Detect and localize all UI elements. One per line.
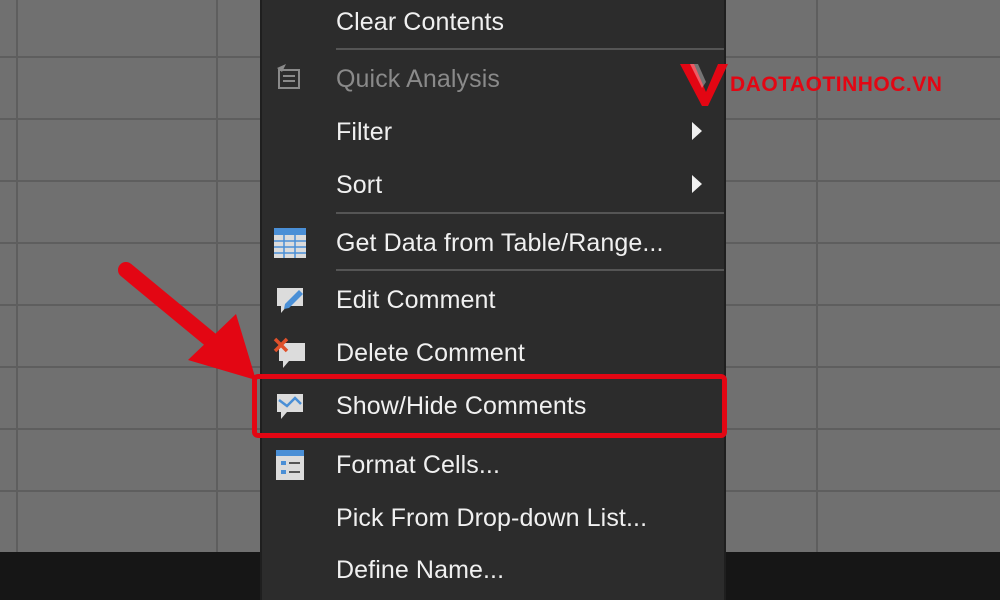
menu-item-label: Get Data from Table/Range... xyxy=(336,228,664,257)
menu-separator xyxy=(336,269,724,271)
menu-item-edit-comment[interactable]: Edit Comment xyxy=(262,278,724,322)
delete-comment-icon xyxy=(272,335,308,371)
menu-item-label: Define Name... xyxy=(336,555,505,584)
pointer-arrow-icon xyxy=(118,262,256,380)
menu-item-pick-from-list[interactable]: Pick From Drop-down List... xyxy=(262,496,724,540)
logo-icon xyxy=(680,64,728,106)
menu-item-label: Delete Comment xyxy=(336,338,525,367)
context-menu: Clear Contents Quick Analysis Filter Sor… xyxy=(262,0,724,600)
quick-analysis-icon xyxy=(272,61,308,97)
highlight-box xyxy=(252,374,727,438)
menu-item-get-data[interactable]: Get Data from Table/Range... xyxy=(262,221,724,265)
submenu-arrow-icon xyxy=(692,175,702,193)
menu-item-label: Quick Analysis xyxy=(336,64,500,93)
menu-item-format-cells[interactable]: Format Cells... xyxy=(262,443,724,487)
menu-item-quick-analysis[interactable]: Quick Analysis xyxy=(262,57,724,101)
menu-item-define-name[interactable]: Define Name... xyxy=(262,548,724,592)
menu-separator xyxy=(336,212,724,214)
menu-item-delete-comment[interactable]: Delete Comment xyxy=(262,331,724,375)
edit-comment-icon xyxy=(272,282,308,318)
menu-item-label: Sort xyxy=(336,170,383,199)
format-cells-icon xyxy=(272,447,308,483)
menu-item-label: Pick From Drop-down List... xyxy=(336,503,648,532)
menu-item-filter[interactable]: Filter xyxy=(262,110,724,154)
watermark-text: DAOTAOTINHOC.VN xyxy=(730,73,943,96)
menu-item-label: Format Cells... xyxy=(336,450,501,479)
menu-separator xyxy=(336,48,724,50)
menu-item-label: Edit Comment xyxy=(336,285,496,314)
menu-item-label: Filter xyxy=(336,117,393,146)
menu-item-clear-contents[interactable]: Clear Contents xyxy=(262,0,724,44)
table-icon xyxy=(272,225,308,261)
menu-item-sort[interactable]: Sort xyxy=(262,163,724,207)
menu-item-label: Clear Contents xyxy=(336,7,505,36)
watermark-logo: DAOTAOTINHOC.VN xyxy=(680,62,942,108)
submenu-arrow-icon xyxy=(692,122,702,140)
